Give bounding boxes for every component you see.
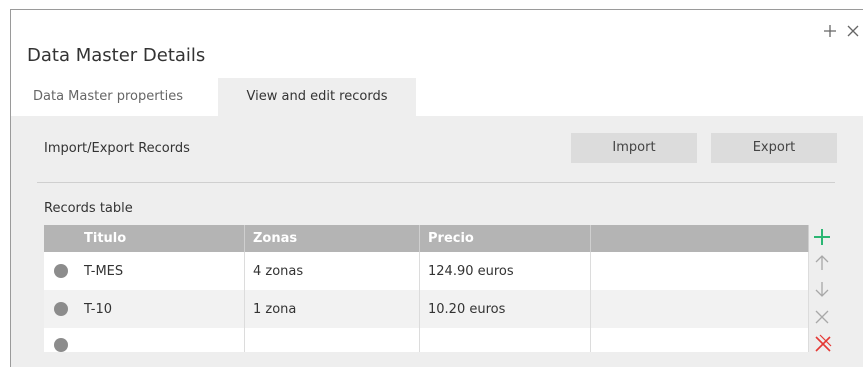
row-select-cell[interactable] bbox=[44, 290, 76, 328]
row-select-cell[interactable] bbox=[44, 252, 76, 290]
import-export-label: Import/Export Records bbox=[44, 141, 190, 156]
tab-view-and-edit-records[interactable]: View and edit records bbox=[218, 78, 416, 116]
cell-precio[interactable]: 10.20 euros bbox=[419, 290, 591, 328]
row-select-cell[interactable] bbox=[44, 328, 76, 352]
add-row-icon[interactable] bbox=[813, 228, 835, 250]
section-divider bbox=[37, 182, 835, 183]
column-header-zonas[interactable]: Zonas bbox=[244, 225, 420, 252]
table-header-row: Titulo Zonas Precio bbox=[44, 225, 809, 252]
move-up-icon[interactable] bbox=[813, 254, 835, 276]
cell-zonas[interactable]: 1 zona bbox=[244, 290, 420, 328]
close-icon[interactable] bbox=[847, 24, 859, 40]
table-row[interactable]: T-10 1 zona 10.20 euros bbox=[44, 290, 809, 328]
table-row[interactable]: T-MES 4 zonas 124.90 euros bbox=[44, 252, 809, 290]
cell-titulo[interactable]: T-MES bbox=[76, 252, 245, 290]
cell-zonas[interactable]: 4 zonas bbox=[244, 252, 420, 290]
plus-icon[interactable] bbox=[823, 24, 837, 41]
records-table: Titulo Zonas Precio T-MES 4 zonas 124.90… bbox=[44, 225, 809, 352]
row-select-dot[interactable] bbox=[54, 302, 68, 316]
cell-titulo[interactable] bbox=[76, 328, 245, 352]
export-button[interactable]: Export bbox=[711, 133, 837, 163]
select-column-header bbox=[44, 225, 76, 252]
records-panel: Import/Export Records Import Export Reco… bbox=[11, 116, 863, 367]
row-select-dot[interactable] bbox=[54, 264, 68, 278]
delete-all-icon[interactable] bbox=[813, 333, 835, 355]
dialog-title: Data Master Details bbox=[27, 45, 206, 66]
move-down-icon[interactable] bbox=[813, 280, 835, 302]
table-row[interactable] bbox=[44, 328, 809, 352]
cell-empty[interactable] bbox=[590, 252, 809, 290]
column-header-precio[interactable]: Precio bbox=[419, 225, 591, 252]
data-master-details-dialog: Data Master Details Data Master properti… bbox=[10, 9, 863, 367]
cell-empty[interactable] bbox=[590, 328, 809, 352]
cell-zonas[interactable] bbox=[244, 328, 420, 352]
column-header-titulo[interactable]: Titulo bbox=[76, 225, 245, 252]
records-table-label: Records table bbox=[44, 201, 133, 216]
delete-row-icon[interactable] bbox=[813, 308, 835, 330]
cell-empty[interactable] bbox=[590, 290, 809, 328]
cell-precio[interactable]: 124.90 euros bbox=[419, 252, 591, 290]
row-select-dot[interactable] bbox=[54, 338, 68, 352]
cell-titulo[interactable]: T-10 bbox=[76, 290, 245, 328]
cell-precio[interactable] bbox=[419, 328, 591, 352]
tab-data-master-properties[interactable]: Data Master properties bbox=[20, 78, 210, 116]
import-button[interactable]: Import bbox=[571, 133, 697, 163]
column-header-empty bbox=[590, 225, 809, 252]
